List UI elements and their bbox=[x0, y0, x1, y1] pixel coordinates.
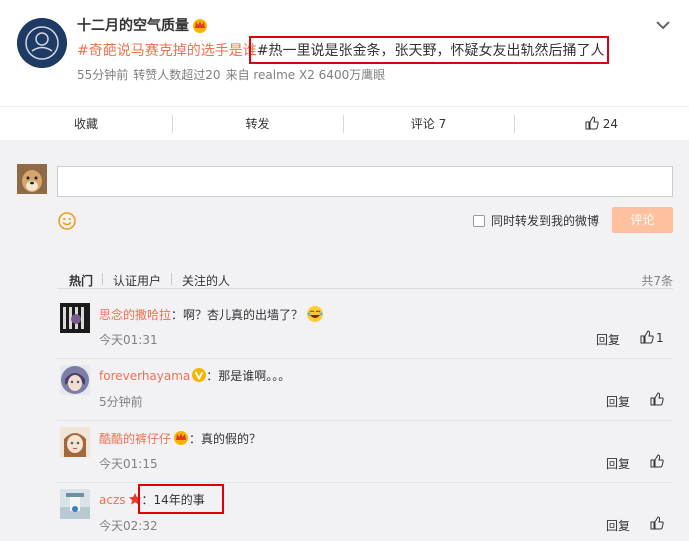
commenter-avatar[interactable] bbox=[60, 365, 90, 395]
commenter-avatar[interactable] bbox=[60, 427, 90, 457]
like-count: 24 bbox=[602, 117, 619, 131]
author-name[interactable]: 十二月的空气质量 bbox=[77, 15, 189, 35]
highlight-box-comment bbox=[138, 484, 224, 514]
vip-crown-icon bbox=[174, 431, 189, 445]
commenter-name[interactable]: 酷酷的裤仔仔 bbox=[99, 432, 171, 446]
comment-input[interactable] bbox=[57, 166, 673, 197]
comment-item: foreverhayama ：那是谁啊。。。 5分钟前 回复 bbox=[57, 359, 673, 421]
comment-line: foreverhayama ：那是谁啊。。。 bbox=[99, 367, 290, 385]
comment-button[interactable]: 评论 7 bbox=[343, 107, 514, 141]
comment-time: 今天02:32 bbox=[99, 519, 158, 533]
commenter-name[interactable]: 思念的撒哈拉 bbox=[99, 308, 171, 322]
divider bbox=[171, 273, 172, 285]
filter-hot[interactable]: 热门 bbox=[69, 272, 93, 289]
post-source: 来自 realme X2 6400万鹰眼 bbox=[225, 68, 386, 82]
reply-button[interactable]: 回复 bbox=[606, 455, 630, 472]
post-meta: 55分钟前 转赞人数超过20 来自 realme X2 6400万鹰眼 bbox=[77, 66, 390, 83]
vip-crown-icon bbox=[193, 19, 207, 33]
divider bbox=[102, 273, 103, 285]
author-avatar[interactable] bbox=[17, 18, 67, 68]
repost-checkbox-label[interactable]: 同时转发到我的微博 bbox=[491, 212, 599, 229]
commenter-avatar[interactable] bbox=[60, 303, 90, 333]
comment-text: ：那是谁啊。。。 bbox=[206, 369, 291, 383]
comment-time: 今天01:31 bbox=[99, 333, 158, 347]
repost-checkbox[interactable] bbox=[473, 215, 485, 227]
highlight-box-post bbox=[249, 36, 609, 64]
thumbs-up-icon[interactable] bbox=[650, 516, 664, 530]
comment-text: ：啊？杏儿真的出墙了？ bbox=[171, 308, 304, 322]
comment-like-count: 1 bbox=[656, 331, 664, 345]
laugh-emoji-icon bbox=[307, 306, 324, 322]
reply-button[interactable]: 回复 bbox=[606, 517, 630, 534]
commenter-name[interactable]: foreverhayama bbox=[99, 369, 190, 383]
thumbs-up-icon bbox=[585, 116, 599, 130]
comment-time: 今天01:15 bbox=[99, 457, 158, 471]
filter-verified[interactable]: 认证用户 bbox=[113, 272, 161, 289]
comment-time: 5分钟前 bbox=[99, 395, 143, 409]
thumbs-up-icon[interactable] bbox=[640, 330, 654, 344]
comment-item: 思念的撒哈拉：啊？杏儿真的出墙了？ 今天01:31 回复 1 bbox=[57, 297, 673, 359]
commenter-avatar[interactable] bbox=[60, 489, 90, 519]
favorite-button[interactable]: 收藏 bbox=[0, 107, 172, 141]
reply-button[interactable]: 回复 bbox=[596, 331, 620, 348]
post-reposts: 转赞人数超过20 bbox=[133, 68, 221, 82]
post-time[interactable]: 55分钟前 bbox=[77, 68, 128, 82]
thumbs-up-icon[interactable] bbox=[650, 454, 664, 468]
like-button[interactable]: 24 bbox=[514, 107, 689, 141]
thumbs-up-icon[interactable] bbox=[650, 392, 664, 406]
repost-button[interactable]: 转发 bbox=[172, 107, 343, 141]
comment-filter-bar: 热门 认证用户 关注的人 共7条 bbox=[57, 261, 673, 289]
comment-count: 共7条 bbox=[641, 274, 673, 288]
commenter-name[interactable]: aczs bbox=[99, 493, 126, 507]
my-avatar bbox=[17, 164, 47, 194]
verified-v-icon bbox=[192, 368, 207, 382]
reply-button[interactable]: 回复 bbox=[606, 393, 630, 410]
comment-text: ：真的假的？ bbox=[189, 432, 262, 446]
emoji-icon[interactable] bbox=[58, 212, 76, 230]
submit-comment-button[interactable]: 评论 bbox=[612, 207, 673, 233]
action-bar: 收藏 转发 评论 7 24 bbox=[0, 106, 689, 140]
comment-item: 酷酷的裤仔仔 ：真的假的？ 今天01:15 回复 bbox=[57, 421, 673, 483]
chevron-down-icon[interactable] bbox=[655, 18, 671, 32]
post-topic-link[interactable]: #奇葩说马赛克掉的选手是谁 bbox=[77, 43, 257, 59]
filter-following[interactable]: 关注的人 bbox=[182, 272, 230, 289]
comment-line: 酷酷的裤仔仔 ：真的假的？ bbox=[99, 429, 261, 448]
comment-line: 思念的撒哈拉：啊？杏儿真的出墙了？ bbox=[99, 305, 324, 324]
